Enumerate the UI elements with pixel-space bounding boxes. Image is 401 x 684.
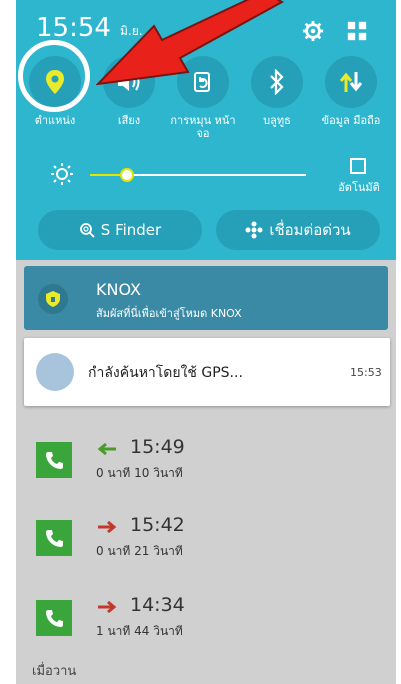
phone-icon <box>36 520 72 556</box>
gps-notification-time: 15:53 <box>350 366 382 379</box>
search-icon <box>79 223 95 238</box>
gps-notification-icon <box>36 353 74 391</box>
toggle-mobile-data-circle <box>325 56 377 108</box>
phone-icon <box>36 442 72 478</box>
auto-brightness-box <box>350 158 366 174</box>
phone-handset-glyph <box>46 452 63 469</box>
incoming-call-arrow-icon <box>97 442 116 456</box>
call-duration: 0 นาที 10 วินาที <box>96 466 183 480</box>
s-finder-button[interactable]: S Finder <box>38 210 202 250</box>
toggle-location-label: ตำแหน่ง <box>34 114 76 127</box>
phone-handset-glyph <box>46 610 63 627</box>
call-log-item[interactable]: 14:34 1 นาที 44 วินาที <box>16 586 396 662</box>
brightness-slider[interactable] <box>90 168 306 182</box>
settings-icon[interactable] <box>302 20 324 42</box>
mobile-data-icon <box>339 72 363 92</box>
toggle-mobile-data[interactable]: ข้อมูล มือถือ <box>316 56 386 150</box>
call-time: 15:49 <box>130 436 185 458</box>
knox-icon-badge <box>38 284 68 314</box>
toggle-rotate-label: การหมุน หน้าจอ <box>170 114 236 140</box>
s-finder-label: S Finder <box>100 221 162 239</box>
call-time: 15:42 <box>130 514 185 536</box>
yesterday-section-label: เมื่อวาน <box>32 664 77 679</box>
brightness-icon <box>51 163 73 185</box>
auto-brightness-label: อัตโนมัติ <box>338 181 380 194</box>
shield-icon <box>46 291 60 307</box>
call-duration: 1 นาที 44 วินาที <box>96 624 183 638</box>
brightness-row: อัตโนมัติ <box>16 150 396 198</box>
knox-notification[interactable]: KNOX สัมผัสที่นี่เพื่อเข้าสู่โหมด KNOX <box>24 266 388 330</box>
phone-screen: 15:54 มิ.ย. ตำแหน่ง เสียง การหมุน หน้าจอ… <box>16 0 396 684</box>
pointer-arrow-annotation <box>96 0 285 86</box>
knox-title: KNOX <box>96 280 141 299</box>
toggle-mobile-data-label: ข้อมูล มือถือ <box>321 114 381 127</box>
quick-connect-icon <box>245 221 263 239</box>
call-time: 14:34 <box>130 594 185 616</box>
outgoing-call-arrow-icon <box>98 600 117 614</box>
quick-connect-label: เชื่อมต่อด่วน <box>269 221 351 239</box>
gps-notification-text: กำลังค้นหาโดยใช้ GPS... <box>88 365 243 381</box>
toggle-bluetooth-label: บลูทูธ <box>263 114 291 127</box>
call-duration: 0 นาที 21 วินาที <box>96 544 183 558</box>
quick-connect-button[interactable]: เชื่อมต่อด่วน <box>216 210 380 250</box>
brightness-slider-thumb[interactable] <box>120 168 134 182</box>
location-highlight-ring <box>18 40 90 112</box>
toggle-sound-label: เสียง <box>117 114 141 127</box>
auto-brightness-checkbox[interactable]: อัตโนมัติ <box>334 158 384 198</box>
call-log-item[interactable]: 15:49 0 นาที 10 วินาที <box>16 428 396 504</box>
grid-icon[interactable] <box>346 20 368 42</box>
gps-notification[interactable]: กำลังค้นหาโดยใช้ GPS... 15:53 <box>24 338 390 406</box>
knox-subtitle: สัมผัสที่นี่เพื่อเข้าสู่โหมด KNOX <box>96 307 242 320</box>
outgoing-call-arrow-icon <box>98 520 117 534</box>
phone-icon <box>36 600 72 636</box>
call-log-item[interactable]: 15:42 0 นาที 21 วินาที <box>16 506 396 582</box>
phone-handset-glyph <box>46 530 63 547</box>
